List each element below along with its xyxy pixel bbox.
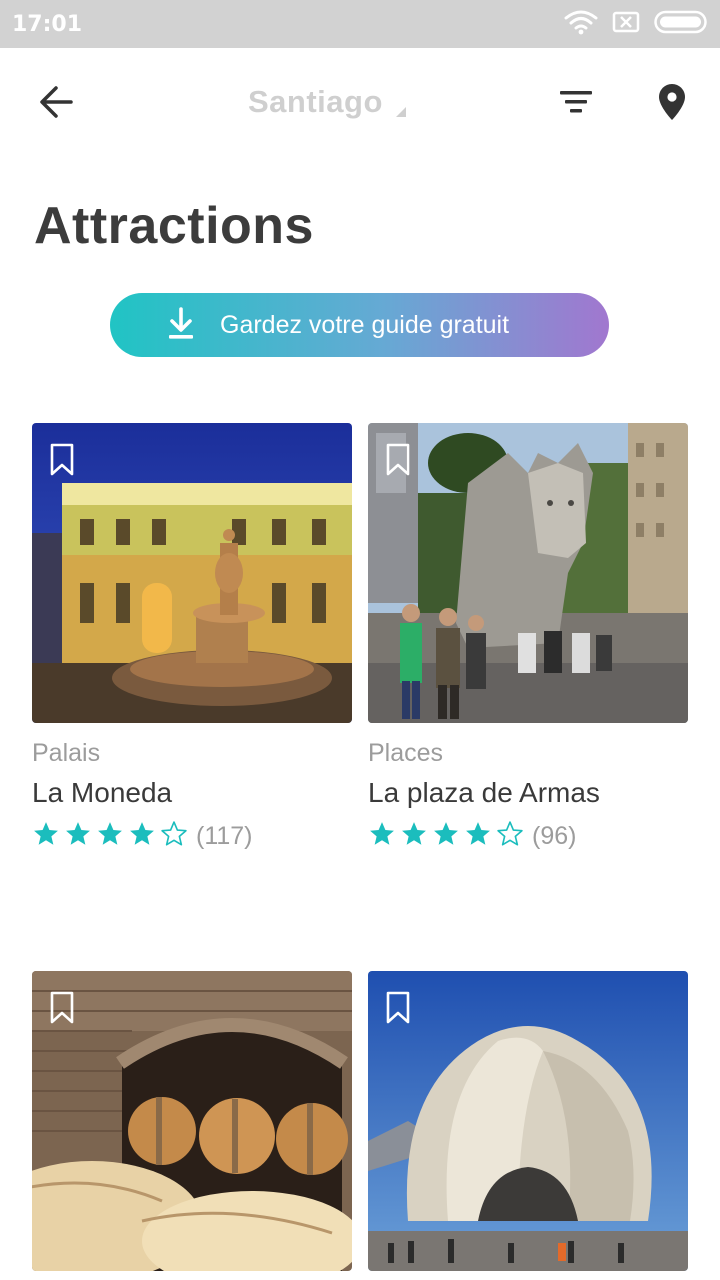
download-icon	[166, 307, 196, 346]
attraction-card-wine-cellar[interactable]	[32, 971, 352, 1271]
star-filled-icon	[64, 820, 92, 853]
review-count: (96)	[532, 821, 577, 850]
map-pin-icon	[658, 83, 686, 126]
star-filled-icon	[96, 820, 124, 853]
status-icons	[564, 10, 708, 38]
wifi-icon	[564, 9, 598, 40]
star-rating	[368, 820, 524, 853]
download-guide-button[interactable]: Gardez votre guide gratuit	[110, 293, 609, 357]
battery-icon	[654, 10, 708, 39]
star-rating	[32, 820, 188, 853]
attraction-card-plaza-de-armas[interactable]: Places La plaza de Armas (96)	[368, 423, 688, 853]
bookmark-icon[interactable]	[386, 991, 410, 1025]
filter-button[interactable]	[548, 78, 604, 130]
attraction-photo	[32, 423, 352, 723]
rating: (96)	[368, 820, 577, 853]
no-sim-icon	[612, 11, 640, 38]
review-count: (117)	[196, 821, 253, 850]
app-bar: Santiago	[0, 48, 720, 160]
page-title: Attractions	[34, 197, 314, 255]
star-empty-icon	[496, 820, 524, 853]
bookmark-icon[interactable]	[50, 443, 74, 477]
attraction-photo	[368, 423, 688, 723]
attraction-name: La plaza de Armas	[368, 777, 600, 808]
rating: (117)	[32, 820, 253, 853]
title-caret-icon	[396, 104, 406, 122]
map-button[interactable]	[644, 78, 700, 130]
filter-icon	[559, 89, 593, 120]
attraction-name: La Moneda	[32, 777, 173, 808]
attraction-category: Palais	[32, 739, 101, 767]
star-filled-icon	[32, 820, 60, 853]
arrow-left-icon	[38, 85, 74, 124]
back-button[interactable]	[28, 78, 84, 130]
star-empty-icon	[160, 820, 188, 853]
star-filled-icon	[432, 820, 460, 853]
bookmark-icon[interactable]	[50, 991, 74, 1025]
star-filled-icon	[464, 820, 492, 853]
attraction-card-temple[interactable]	[368, 971, 688, 1271]
attraction-photo	[368, 971, 688, 1271]
header-title: Santiago	[248, 84, 383, 119]
star-filled-icon	[128, 820, 156, 853]
download-guide-label: Gardez votre guide gratuit	[220, 311, 510, 339]
attraction-photo	[32, 971, 352, 1271]
bookmark-icon[interactable]	[386, 443, 410, 477]
attraction-category: Places	[368, 739, 444, 767]
attraction-card-la-moneda[interactable]: Palais La Moneda (117)	[32, 423, 352, 853]
status-bar: 17:01	[0, 0, 720, 48]
star-filled-icon	[400, 820, 428, 853]
status-time: 17:01	[12, 12, 83, 37]
star-filled-icon	[368, 820, 396, 853]
